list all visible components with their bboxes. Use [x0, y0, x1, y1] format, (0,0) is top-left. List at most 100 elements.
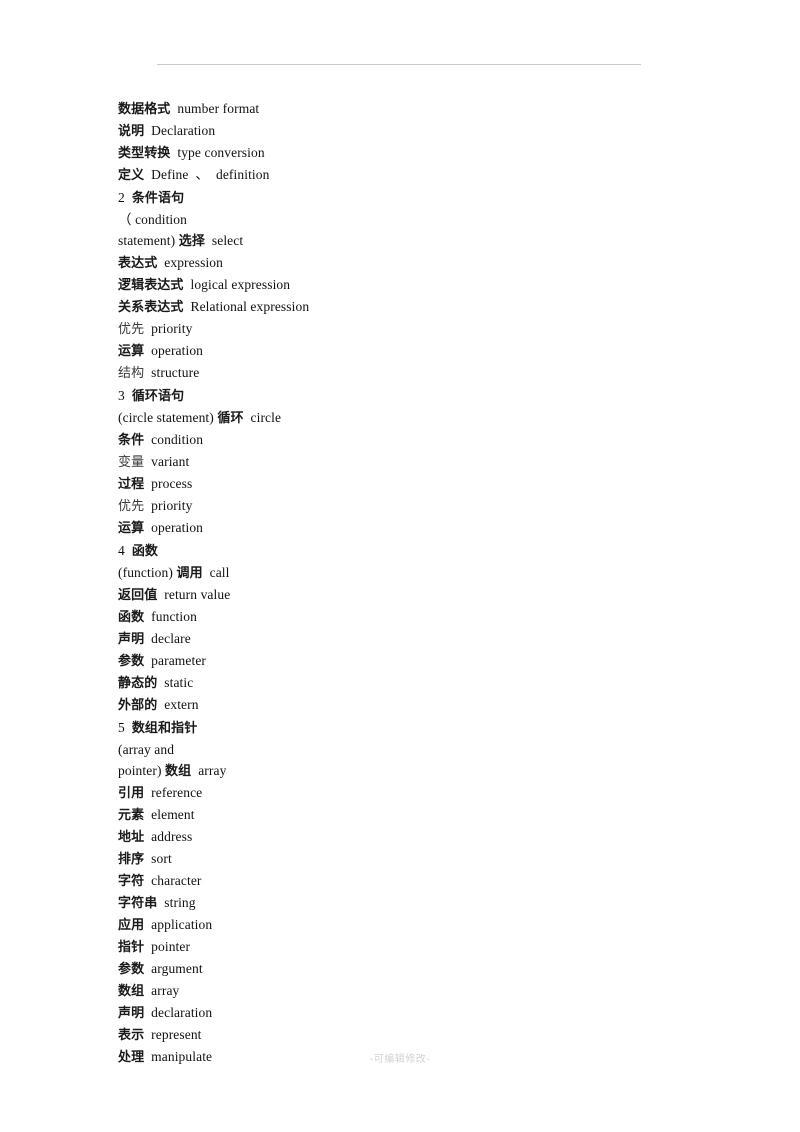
term-english: address: [151, 829, 193, 844]
glossary-line: 字符串 string: [118, 892, 658, 914]
glossary-line: 运算 operation: [118, 517, 658, 539]
glossary-line: 地址 address: [118, 826, 658, 848]
term-english: argument: [151, 961, 203, 976]
term-english-prefix: (circle statement): [118, 410, 214, 425]
term-chinese: 逻辑表达式: [118, 278, 184, 293]
term-chinese: 循环: [217, 411, 244, 426]
glossary-line: 静态的 static: [118, 672, 658, 694]
term-chinese: 优先: [118, 499, 145, 514]
term-chinese: 静态的: [118, 676, 158, 691]
term-english: pointer: [151, 939, 191, 954]
section-heading: 3 循环语句: [118, 385, 658, 407]
term-chinese: 选择: [178, 234, 205, 249]
glossary-line: (function) 调用 call: [118, 562, 658, 584]
term-english: application: [151, 917, 213, 932]
glossary-line: 结构 structure: [118, 362, 658, 384]
glossary-line: 声明 declare: [118, 628, 658, 650]
term-chinese: 运算: [118, 521, 145, 536]
term-chinese: 数组: [165, 764, 192, 779]
section-heading: 4 函数: [118, 540, 658, 562]
section-number: 5: [118, 720, 125, 735]
term-chinese: 排序: [118, 852, 145, 867]
glossary-line: 说明 Declaration: [118, 120, 658, 142]
glossary-line: 元素 element: [118, 804, 658, 826]
term-english: declaration: [151, 1005, 213, 1020]
term-english: select: [211, 233, 244, 248]
term-chinese: 优先: [118, 322, 145, 337]
term-chinese: 函数: [118, 610, 145, 625]
term-english: (array and: [118, 742, 175, 757]
glossary-line: 表达式 expression: [118, 252, 658, 274]
term-english: array: [198, 763, 227, 778]
glossary-line: (circle statement) 循环 circle: [118, 407, 658, 429]
term-english: priority: [151, 321, 193, 336]
term-english: Declaration: [151, 123, 216, 138]
term-english: operation: [151, 520, 204, 535]
section-heading: 5 数组和指针: [118, 717, 658, 739]
glossary-line: statement) 选择 select: [118, 230, 658, 252]
glossary-line: 返回值 return value: [118, 584, 658, 606]
glossary-line: 数据格式 number format: [118, 98, 658, 120]
term-english: circle: [250, 410, 282, 425]
glossary-line: 优先 priority: [118, 495, 658, 517]
term-english: type conversion: [177, 145, 265, 160]
term-english: extern: [164, 697, 199, 712]
term-english: priority: [151, 498, 193, 513]
term-english: declare: [151, 631, 191, 646]
term-chinese: 调用: [176, 566, 203, 581]
term-english: call: [209, 565, 230, 580]
glossary-line: (array and: [118, 739, 658, 760]
term-chinese: 表达式: [118, 256, 158, 271]
term-english: number format: [177, 101, 260, 116]
term-chinese: 关系表达式: [118, 300, 184, 315]
term-chinese: 说明: [118, 124, 145, 139]
glossary-line: 引用 reference: [118, 782, 658, 804]
term-chinese: 参数: [118, 654, 145, 669]
term-english: sort: [151, 851, 172, 866]
glossary-line: （ condition: [118, 209, 658, 230]
term-english: static: [164, 675, 194, 690]
term-english: structure: [151, 365, 200, 380]
header-divider: [157, 64, 641, 65]
glossary-list: 数据格式 number format 说明 Declaration 类型转换 typ…: [118, 98, 658, 1068]
term-chinese: 函数: [131, 544, 159, 559]
glossary-line: 运算 operation: [118, 340, 658, 362]
glossary-line: 声明 declaration: [118, 1002, 658, 1024]
term-chinese: 地址: [118, 830, 145, 845]
term-chinese: 条件: [118, 433, 145, 448]
term-english: Relational expression: [190, 299, 310, 314]
glossary-line: 函数 function: [118, 606, 658, 628]
term-english: variant: [151, 454, 190, 469]
term-chinese: 变量: [118, 455, 145, 470]
term-english: process: [151, 476, 193, 491]
term-chinese: 引用: [118, 786, 145, 801]
term-chinese: 类型转换: [118, 146, 171, 161]
term-english: Define 、 definition: [151, 167, 270, 182]
term-chinese: 条件语句: [131, 191, 185, 206]
term-chinese: 声明: [118, 632, 145, 647]
term-chinese: 应用: [118, 918, 145, 933]
section-number: 2: [118, 190, 125, 205]
term-english: array: [151, 983, 180, 998]
term-chinese: 数组: [118, 984, 145, 999]
term-chinese: 声明: [118, 1006, 145, 1021]
term-english: return value: [164, 587, 231, 602]
term-chinese: 字符串: [118, 896, 158, 911]
term-english-prefix: statement): [118, 233, 176, 248]
glossary-line: 条件 condition: [118, 429, 658, 451]
term-english: character: [151, 873, 202, 888]
term-chinese: 表示: [118, 1028, 145, 1043]
glossary-line: 数组 array: [118, 980, 658, 1002]
term-chinese: 运算: [118, 344, 145, 359]
glossary-line: 过程 process: [118, 473, 658, 495]
glossary-line: 应用 application: [118, 914, 658, 936]
glossary-line: pointer) 数组 array: [118, 760, 658, 782]
glossary-line: 定义 Define 、 definition: [118, 164, 658, 186]
term-english: condition: [151, 432, 204, 447]
section-heading: 2 条件语句: [118, 187, 658, 209]
term-chinese: 返回值: [118, 588, 158, 603]
term-chinese: 参数: [118, 962, 145, 977]
glossary-line: 排序 sort: [118, 848, 658, 870]
section-number: 3: [118, 388, 125, 403]
document-page: 数据格式 number format 说明 Declaration 类型转换 typ…: [0, 0, 800, 1132]
